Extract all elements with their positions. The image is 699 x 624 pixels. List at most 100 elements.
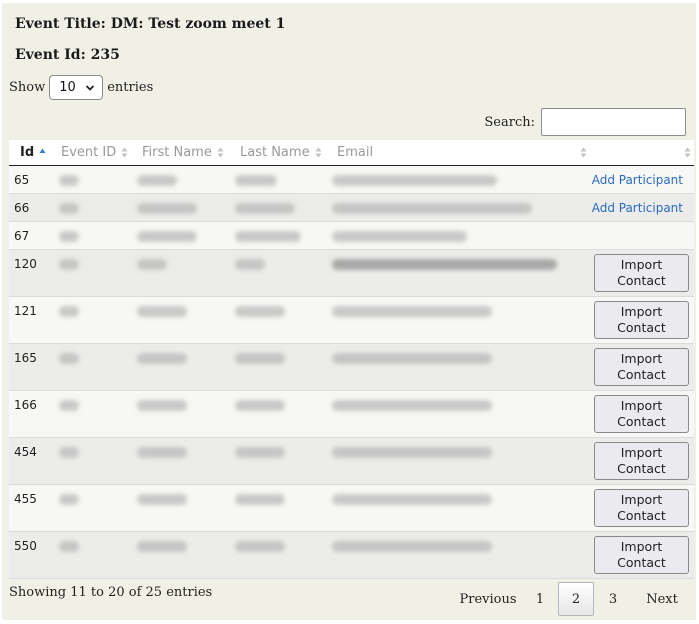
chevron-down-icon — [86, 84, 95, 91]
search-input[interactable] — [541, 108, 686, 136]
sort-both-icon — [315, 147, 322, 158]
redacted-email — [332, 231, 467, 242]
redacted-email — [332, 353, 492, 364]
column-header-event-id[interactable]: Event ID — [61, 140, 128, 165]
next-button[interactable]: Next — [637, 582, 687, 616]
redacted-event-id — [59, 175, 79, 186]
table-header: Id Event ID First Name Last Name Email — [9, 140, 694, 166]
row-id: 454 — [14, 445, 37, 459]
redacted-event-id — [59, 494, 79, 505]
redacted-event-id — [59, 203, 79, 214]
table-row: 120 Import Contact — [9, 250, 694, 297]
table-row: 67 — [9, 222, 694, 250]
row-id: 65 — [14, 173, 30, 187]
row-id: 120 — [14, 257, 37, 271]
redacted-email — [332, 541, 492, 552]
column-header-email[interactable]: Email — [337, 140, 587, 165]
import-contact-button[interactable]: Import Contact — [594, 395, 689, 433]
redacted-last-name — [235, 400, 285, 411]
pagination: Previous 1 2 3 Next — [442, 582, 692, 616]
event-id: Event Id: 235 — [15, 47, 120, 63]
redacted-first-name — [137, 400, 187, 411]
redacted-last-name — [235, 231, 301, 242]
redacted-last-name — [235, 259, 265, 270]
redacted-last-name — [235, 175, 277, 186]
table-row: 65 Add Participant — [9, 166, 694, 194]
row-id: 67 — [14, 229, 30, 243]
content-panel: Event Title: DM: Test zoom meet 1 Event … — [2, 3, 696, 620]
sort-both-icon — [121, 147, 128, 158]
row-id: 165 — [14, 351, 37, 365]
table-row: 165 Import Contact — [9, 344, 694, 391]
import-contact-button[interactable]: Import Contact — [594, 301, 689, 339]
redacted-first-name — [137, 353, 187, 364]
search-label: Search: — [484, 114, 535, 130]
page-button-1[interactable]: 1 — [527, 582, 553, 616]
redacted-event-id — [59, 400, 79, 411]
redacted-event-id — [59, 231, 79, 242]
sort-both-icon — [580, 147, 587, 158]
table-row: 66 Add Participant — [9, 194, 694, 222]
redacted-event-id — [59, 306, 79, 317]
column-header-first-name[interactable]: First Name — [142, 140, 224, 165]
row-id: 455 — [14, 492, 37, 506]
redacted-event-id — [59, 259, 79, 270]
redacted-first-name — [137, 306, 187, 317]
redacted-last-name — [235, 494, 285, 505]
add-participant-link[interactable]: Add Participant — [592, 201, 683, 215]
participants-table: Id Event ID First Name Last Name Email 6… — [9, 140, 694, 579]
sort-both-icon — [217, 147, 224, 158]
import-contact-button[interactable]: Import Contact — [594, 442, 689, 480]
table-row: 166 Import Contact — [9, 391, 694, 438]
row-id: 66 — [14, 201, 30, 215]
sort-asc-icon — [39, 148, 46, 153]
column-header-action[interactable] — [679, 140, 691, 165]
page-button-3[interactable]: 3 — [599, 582, 627, 616]
page-button-2-current[interactable]: 2 — [558, 582, 594, 616]
import-contact-button[interactable]: Import Contact — [594, 254, 689, 292]
column-header-last-name[interactable]: Last Name — [240, 140, 322, 165]
import-contact-button[interactable]: Import Contact — [594, 489, 689, 527]
row-id: 121 — [14, 304, 37, 318]
import-contact-button[interactable]: Import Contact — [594, 348, 689, 386]
table-row: 455 Import Contact — [9, 485, 694, 532]
redacted-event-id — [59, 541, 79, 552]
redacted-last-name — [235, 353, 285, 364]
redacted-event-id — [59, 353, 79, 364]
redacted-event-id — [59, 447, 79, 458]
redacted-email — [332, 259, 557, 270]
row-id: 166 — [14, 398, 37, 412]
search-control: Search: — [484, 107, 686, 137]
column-header-id[interactable]: Id — [20, 140, 46, 165]
table-row: 550 Import Contact — [9, 532, 694, 579]
redacted-last-name — [235, 447, 285, 458]
row-id: 550 — [14, 539, 37, 553]
redacted-email — [332, 306, 492, 317]
entries-per-page-select[interactable]: 10 — [49, 75, 104, 100]
show-label: Show — [9, 80, 46, 95]
redacted-first-name — [137, 494, 187, 505]
redacted-first-name — [137, 541, 187, 552]
redacted-email — [332, 447, 492, 458]
redacted-first-name — [137, 231, 197, 242]
length-control: Show 10 entries — [9, 74, 153, 101]
redacted-first-name — [137, 175, 177, 186]
import-contact-button[interactable]: Import Contact — [594, 536, 689, 574]
redacted-first-name — [137, 447, 187, 458]
redacted-last-name — [235, 541, 285, 552]
entries-per-page-value: 10 — [59, 80, 76, 95]
event-title: Event Title: DM: Test zoom meet 1 — [15, 16, 286, 32]
entries-label: entries — [107, 80, 154, 95]
redacted-email — [332, 175, 497, 186]
redacted-first-name — [137, 203, 197, 214]
add-participant-link[interactable]: Add Participant — [592, 173, 683, 187]
redacted-email — [332, 203, 532, 214]
previous-button[interactable]: Previous — [450, 582, 526, 616]
redacted-email — [332, 494, 492, 505]
redacted-first-name — [137, 259, 167, 270]
table-info: Showing 11 to 20 of 25 entries — [9, 585, 213, 600]
table-row: 454 Import Contact — [9, 438, 694, 485]
redacted-last-name — [235, 306, 285, 317]
table-row: 121 Import Contact — [9, 297, 694, 344]
redacted-email — [332, 400, 492, 411]
